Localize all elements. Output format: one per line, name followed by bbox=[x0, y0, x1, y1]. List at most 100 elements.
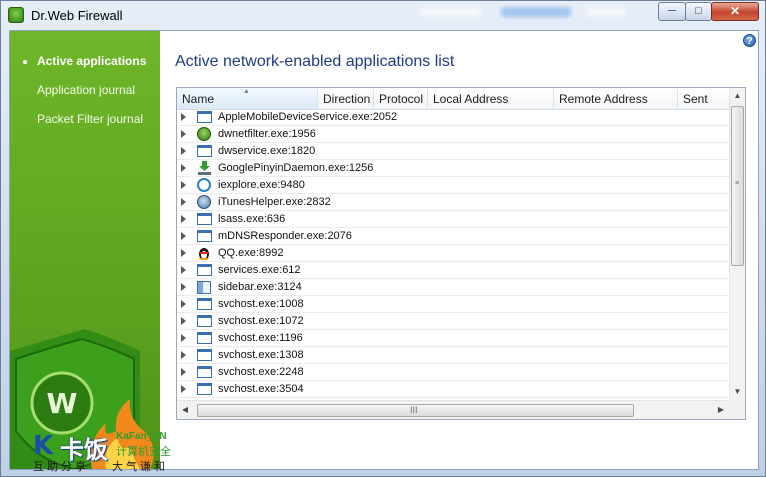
expand-arrow-icon[interactable] bbox=[181, 249, 186, 257]
main-panel: ? Active network-enabled applications li… bbox=[161, 31, 758, 469]
drweb-shield-logo: W bbox=[10, 311, 160, 469]
app-name: GooglePinyinDaemon.exe:1256 bbox=[218, 162, 374, 174]
table-row[interactable]: svchost.exe:2248 bbox=[177, 364, 730, 381]
window-icon bbox=[197, 264, 212, 276]
horizontal-scroll-thumb[interactable]: III bbox=[197, 404, 634, 417]
column-header-sent[interactable]: Sent bbox=[678, 88, 730, 109]
app-name: dwservice.exe:1820 bbox=[218, 145, 316, 157]
window-icon bbox=[197, 298, 212, 310]
table-row[interactable]: iexplore.exe:9480 bbox=[177, 177, 730, 194]
column-header-remote-address[interactable]: Remote Address bbox=[554, 88, 678, 109]
horizontal-scrollbar[interactable]: ◀ III ▶ bbox=[177, 400, 730, 419]
expand-arrow-icon[interactable] bbox=[181, 283, 186, 291]
expand-arrow-icon[interactable] bbox=[181, 351, 186, 359]
scroll-left-icon[interactable]: ◀ bbox=[177, 401, 193, 419]
app-name: QQ.exe:8992 bbox=[218, 247, 284, 259]
expand-arrow-icon[interactable] bbox=[181, 232, 186, 240]
minimize-button[interactable]: ─ bbox=[658, 2, 686, 21]
expand-arrow-icon[interactable] bbox=[181, 317, 186, 325]
sidebar: Active applications Application journal … bbox=[10, 31, 160, 469]
expand-arrow-icon[interactable] bbox=[181, 266, 186, 274]
table-row[interactable]: GooglePinyinDaemon.exe:1256 bbox=[177, 160, 730, 177]
app-name: lsass.exe:636 bbox=[218, 213, 286, 225]
sidebar-item-label: Active applications bbox=[37, 54, 147, 68]
scroll-up-icon[interactable]: ▲ bbox=[730, 88, 745, 104]
table-header: ▲ Name Direction Protocol Local Address … bbox=[177, 88, 730, 110]
app-name: mDNSResponder.exe:2076 bbox=[218, 230, 352, 242]
table-row[interactable]: iTunesHelper.exe:2832 bbox=[177, 194, 730, 211]
table-row[interactable]: AppleMobileDeviceService.exe:2052 bbox=[177, 109, 730, 126]
vertical-scroll-thumb[interactable]: ≡ bbox=[731, 106, 744, 266]
column-header-local-address[interactable]: Local Address bbox=[428, 88, 554, 109]
expand-arrow-icon[interactable] bbox=[181, 113, 186, 121]
table-row[interactable]: svchost.exe:1308 bbox=[177, 347, 730, 364]
column-header-label: Protocol bbox=[379, 92, 424, 106]
app-name: AppleMobileDeviceService.exe:2052 bbox=[218, 111, 398, 123]
expand-arrow-icon[interactable] bbox=[181, 130, 186, 138]
expand-arrow-icon[interactable] bbox=[181, 300, 186, 308]
table-row[interactable]: sidebar.exe:3124 bbox=[177, 279, 730, 296]
scrollbar-corner bbox=[729, 400, 745, 419]
active-bullet-icon bbox=[23, 60, 27, 64]
expand-arrow-icon[interactable] bbox=[181, 147, 186, 155]
background-window-blur bbox=[401, 3, 651, 23]
window-icon bbox=[197, 366, 212, 378]
sidebar-item-packet-filter-journal[interactable]: Packet Filter journal bbox=[10, 112, 160, 144]
table-body: AppleMobileDeviceService.exe:2052 dwnetf… bbox=[177, 109, 730, 400]
svg-text:W: W bbox=[47, 387, 78, 420]
app-name: svchost.exe:1196 bbox=[218, 332, 303, 344]
table-row[interactable]: dwservice.exe:1820 bbox=[177, 143, 730, 160]
table-row[interactable]: services.exe:612 bbox=[177, 262, 730, 279]
table-row[interactable]: svchost.exe:1008 bbox=[177, 296, 730, 313]
column-header-name[interactable]: ▲ Name bbox=[177, 88, 318, 109]
window-icon bbox=[197, 315, 212, 327]
table-row[interactable]: dwnetfilter.exe:1956 bbox=[177, 126, 730, 143]
app-name: iexplore.exe:9480 bbox=[218, 179, 305, 191]
app-name: services.exe:612 bbox=[218, 264, 301, 276]
table-row[interactable]: mDNSResponder.exe:2076 bbox=[177, 228, 730, 245]
itunes-icon bbox=[197, 195, 211, 209]
window-icon bbox=[197, 145, 212, 157]
column-header-protocol[interactable]: Protocol bbox=[374, 88, 428, 109]
expand-arrow-icon[interactable] bbox=[181, 368, 186, 376]
scroll-right-icon[interactable]: ▶ bbox=[713, 401, 729, 419]
app-name: svchost.exe:1072 bbox=[218, 315, 304, 327]
sidebar-item-application-journal[interactable]: Application journal bbox=[10, 83, 160, 101]
expand-arrow-icon[interactable] bbox=[181, 385, 186, 393]
sidebar-item-active-applications[interactable]: Active applications bbox=[10, 54, 160, 72]
column-header-label: Name bbox=[182, 92, 215, 106]
table-row[interactable]: svchost.exe:1196 bbox=[177, 330, 730, 347]
table-row[interactable]: svchost.exe:1072 bbox=[177, 313, 730, 330]
title-bar[interactable]: Dr.Web Firewall ─ □ ✕ bbox=[1, 1, 765, 29]
qq-penguin-icon bbox=[197, 246, 211, 261]
help-icon[interactable]: ? bbox=[743, 34, 756, 47]
applications-table: ▲ Name Direction Protocol Local Address … bbox=[176, 87, 746, 420]
table-row[interactable]: svchost.exe:3504 bbox=[177, 381, 730, 398]
internet-explorer-icon bbox=[197, 178, 211, 192]
sidebar-item-label: Packet Filter journal bbox=[37, 112, 144, 126]
expand-arrow-icon[interactable] bbox=[181, 164, 186, 172]
column-header-label: Local Address bbox=[433, 92, 509, 106]
window-icon bbox=[197, 111, 212, 123]
page-title: Active network-enabled applications list bbox=[175, 53, 455, 70]
expand-arrow-icon[interactable] bbox=[181, 181, 186, 189]
column-header-direction[interactable]: Direction bbox=[318, 88, 374, 109]
expand-arrow-icon[interactable] bbox=[181, 215, 186, 223]
sort-ascending-icon: ▲ bbox=[243, 88, 250, 95]
close-button[interactable]: ✕ bbox=[711, 2, 759, 21]
drweb-spider-icon bbox=[197, 127, 211, 141]
table-row[interactable]: QQ.exe:8992 bbox=[177, 245, 730, 262]
window-icon bbox=[197, 332, 212, 344]
table-row[interactable]: lsass.exe:636 bbox=[177, 211, 730, 228]
scroll-down-icon[interactable]: ▼ bbox=[730, 384, 745, 400]
vertical-scrollbar[interactable]: ▲ ≡ ▼ bbox=[729, 88, 745, 400]
expand-arrow-icon[interactable] bbox=[181, 334, 186, 342]
window-icon bbox=[197, 230, 212, 242]
grip-icon: ≡ bbox=[735, 180, 740, 187]
app-name: svchost.exe:1008 bbox=[218, 298, 304, 310]
expand-arrow-icon[interactable] bbox=[181, 198, 186, 206]
maximize-button[interactable]: □ bbox=[685, 2, 712, 21]
sidebar-icon bbox=[197, 281, 211, 294]
firewall-window: Dr.Web Firewall ─ □ ✕ Active application… bbox=[0, 0, 766, 477]
app-name: iTunesHelper.exe:2832 bbox=[218, 196, 331, 208]
